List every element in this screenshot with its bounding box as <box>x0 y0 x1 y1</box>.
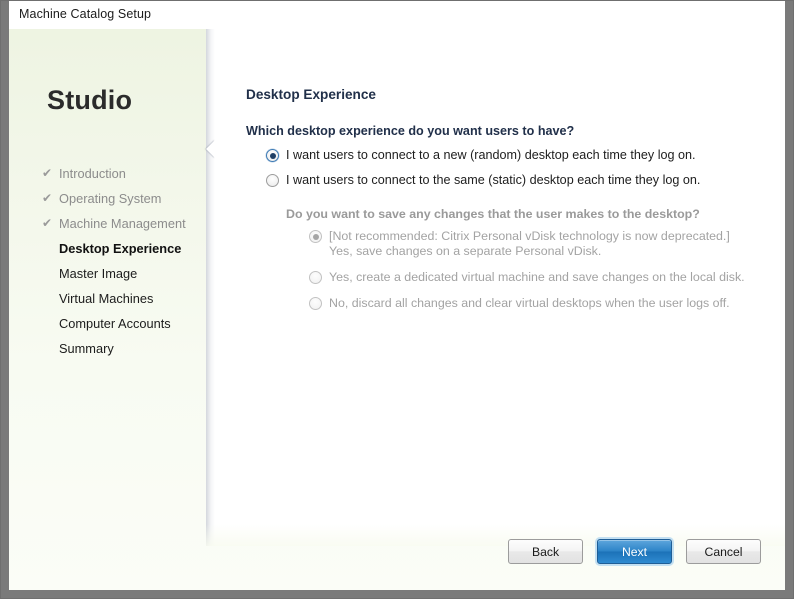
page-title: Desktop Experience <box>246 87 376 102</box>
sidebar-item-summary[interactable]: Summary <box>9 336 215 361</box>
radio-option-label-line1: [Not recommended: Citrix Personal vDisk … <box>329 229 730 243</box>
radio-button-icon <box>309 230 322 243</box>
sidebar-item-master-image[interactable]: Master Image <box>9 261 215 286</box>
studio-logo: Studio <box>47 85 133 115</box>
radio-option-label: I want users to connect to a new (random… <box>286 148 696 162</box>
sidebar-item-operating-system[interactable]: ✔ Operating System <box>9 186 215 211</box>
window-title: Machine Catalog Setup <box>19 7 152 21</box>
secondary-question-label: Do you want to save any changes that the… <box>286 207 700 221</box>
sidebar-item-introduction[interactable]: ✔ Introduction <box>9 161 215 186</box>
radio-button-icon[interactable] <box>266 149 279 162</box>
sidebar-item-label: Machine Management <box>59 216 186 231</box>
radio-option-label: Yes, create a dedicated virtual machine … <box>329 270 745 284</box>
radio-button-icon <box>309 271 322 284</box>
radio-option-label: I want users to connect to the same (sta… <box>286 173 701 187</box>
radio-button-icon <box>309 297 322 310</box>
cancel-button[interactable]: Cancel <box>686 539 761 564</box>
next-button[interactable]: Next <box>597 539 672 564</box>
radio-option-label: [Not recommended: Citrix Personal vDisk … <box>329 229 730 259</box>
radio-option-random-desktop[interactable]: I want users to connect to a new (random… <box>266 148 696 163</box>
radio-option-label-line2: Yes, save changes on a separate Personal… <box>329 244 602 258</box>
radio-option-discard-changes: No, discard all changes and clear virtua… <box>309 296 730 311</box>
sidebar-item-label: Introduction <box>59 166 126 181</box>
radio-option-personal-vdisk: [Not recommended: Citrix Personal vDisk … <box>309 229 730 259</box>
wizard-sidebar: Studio ✔ Introduction ✔ Operating System… <box>9 29 215 590</box>
wizard-footer: Back Next Cancel <box>508 539 761 564</box>
sidebar-item-label: Desktop Experience <box>59 241 182 256</box>
sidebar-item-label: Computer Accounts <box>59 316 171 331</box>
sidebar-item-computer-accounts[interactable]: Computer Accounts <box>9 311 215 336</box>
title-bar: Machine Catalog Setup <box>9 1 785 29</box>
machine-catalog-setup-window: Machine Catalog Setup Studio ✔ Introduct… <box>0 0 794 599</box>
sidebar-item-machine-management[interactable]: ✔ Machine Management <box>9 211 215 236</box>
wizard-body: Studio ✔ Introduction ✔ Operating System… <box>9 29 785 590</box>
radio-button-icon[interactable] <box>266 174 279 187</box>
sidebar-item-label: Summary <box>59 341 114 356</box>
sidebar-item-desktop-experience[interactable]: Desktop Experience <box>9 236 215 261</box>
sidebar-item-virtual-machines[interactable]: Virtual Machines <box>9 286 215 311</box>
primary-question-label: Which desktop experience do you want use… <box>246 124 575 138</box>
check-icon: ✔ <box>42 166 53 180</box>
check-icon: ✔ <box>42 191 53 205</box>
sidebar-item-label: Master Image <box>59 266 138 281</box>
radio-option-dedicated-vm: Yes, create a dedicated virtual machine … <box>309 270 745 285</box>
back-button[interactable]: Back <box>508 539 583 564</box>
check-icon: ✔ <box>42 216 53 230</box>
sidebar-item-label: Virtual Machines <box>59 291 154 306</box>
radio-option-label: No, discard all changes and clear virtua… <box>329 296 730 310</box>
window-inner: Machine Catalog Setup Studio ✔ Introduct… <box>9 1 785 590</box>
wizard-step-list: ✔ Introduction ✔ Operating System ✔ Mach… <box>9 161 215 361</box>
content-panel <box>206 29 785 546</box>
radio-option-static-desktop[interactable]: I want users to connect to the same (sta… <box>266 173 700 188</box>
sidebar-item-label: Operating System <box>59 191 162 206</box>
